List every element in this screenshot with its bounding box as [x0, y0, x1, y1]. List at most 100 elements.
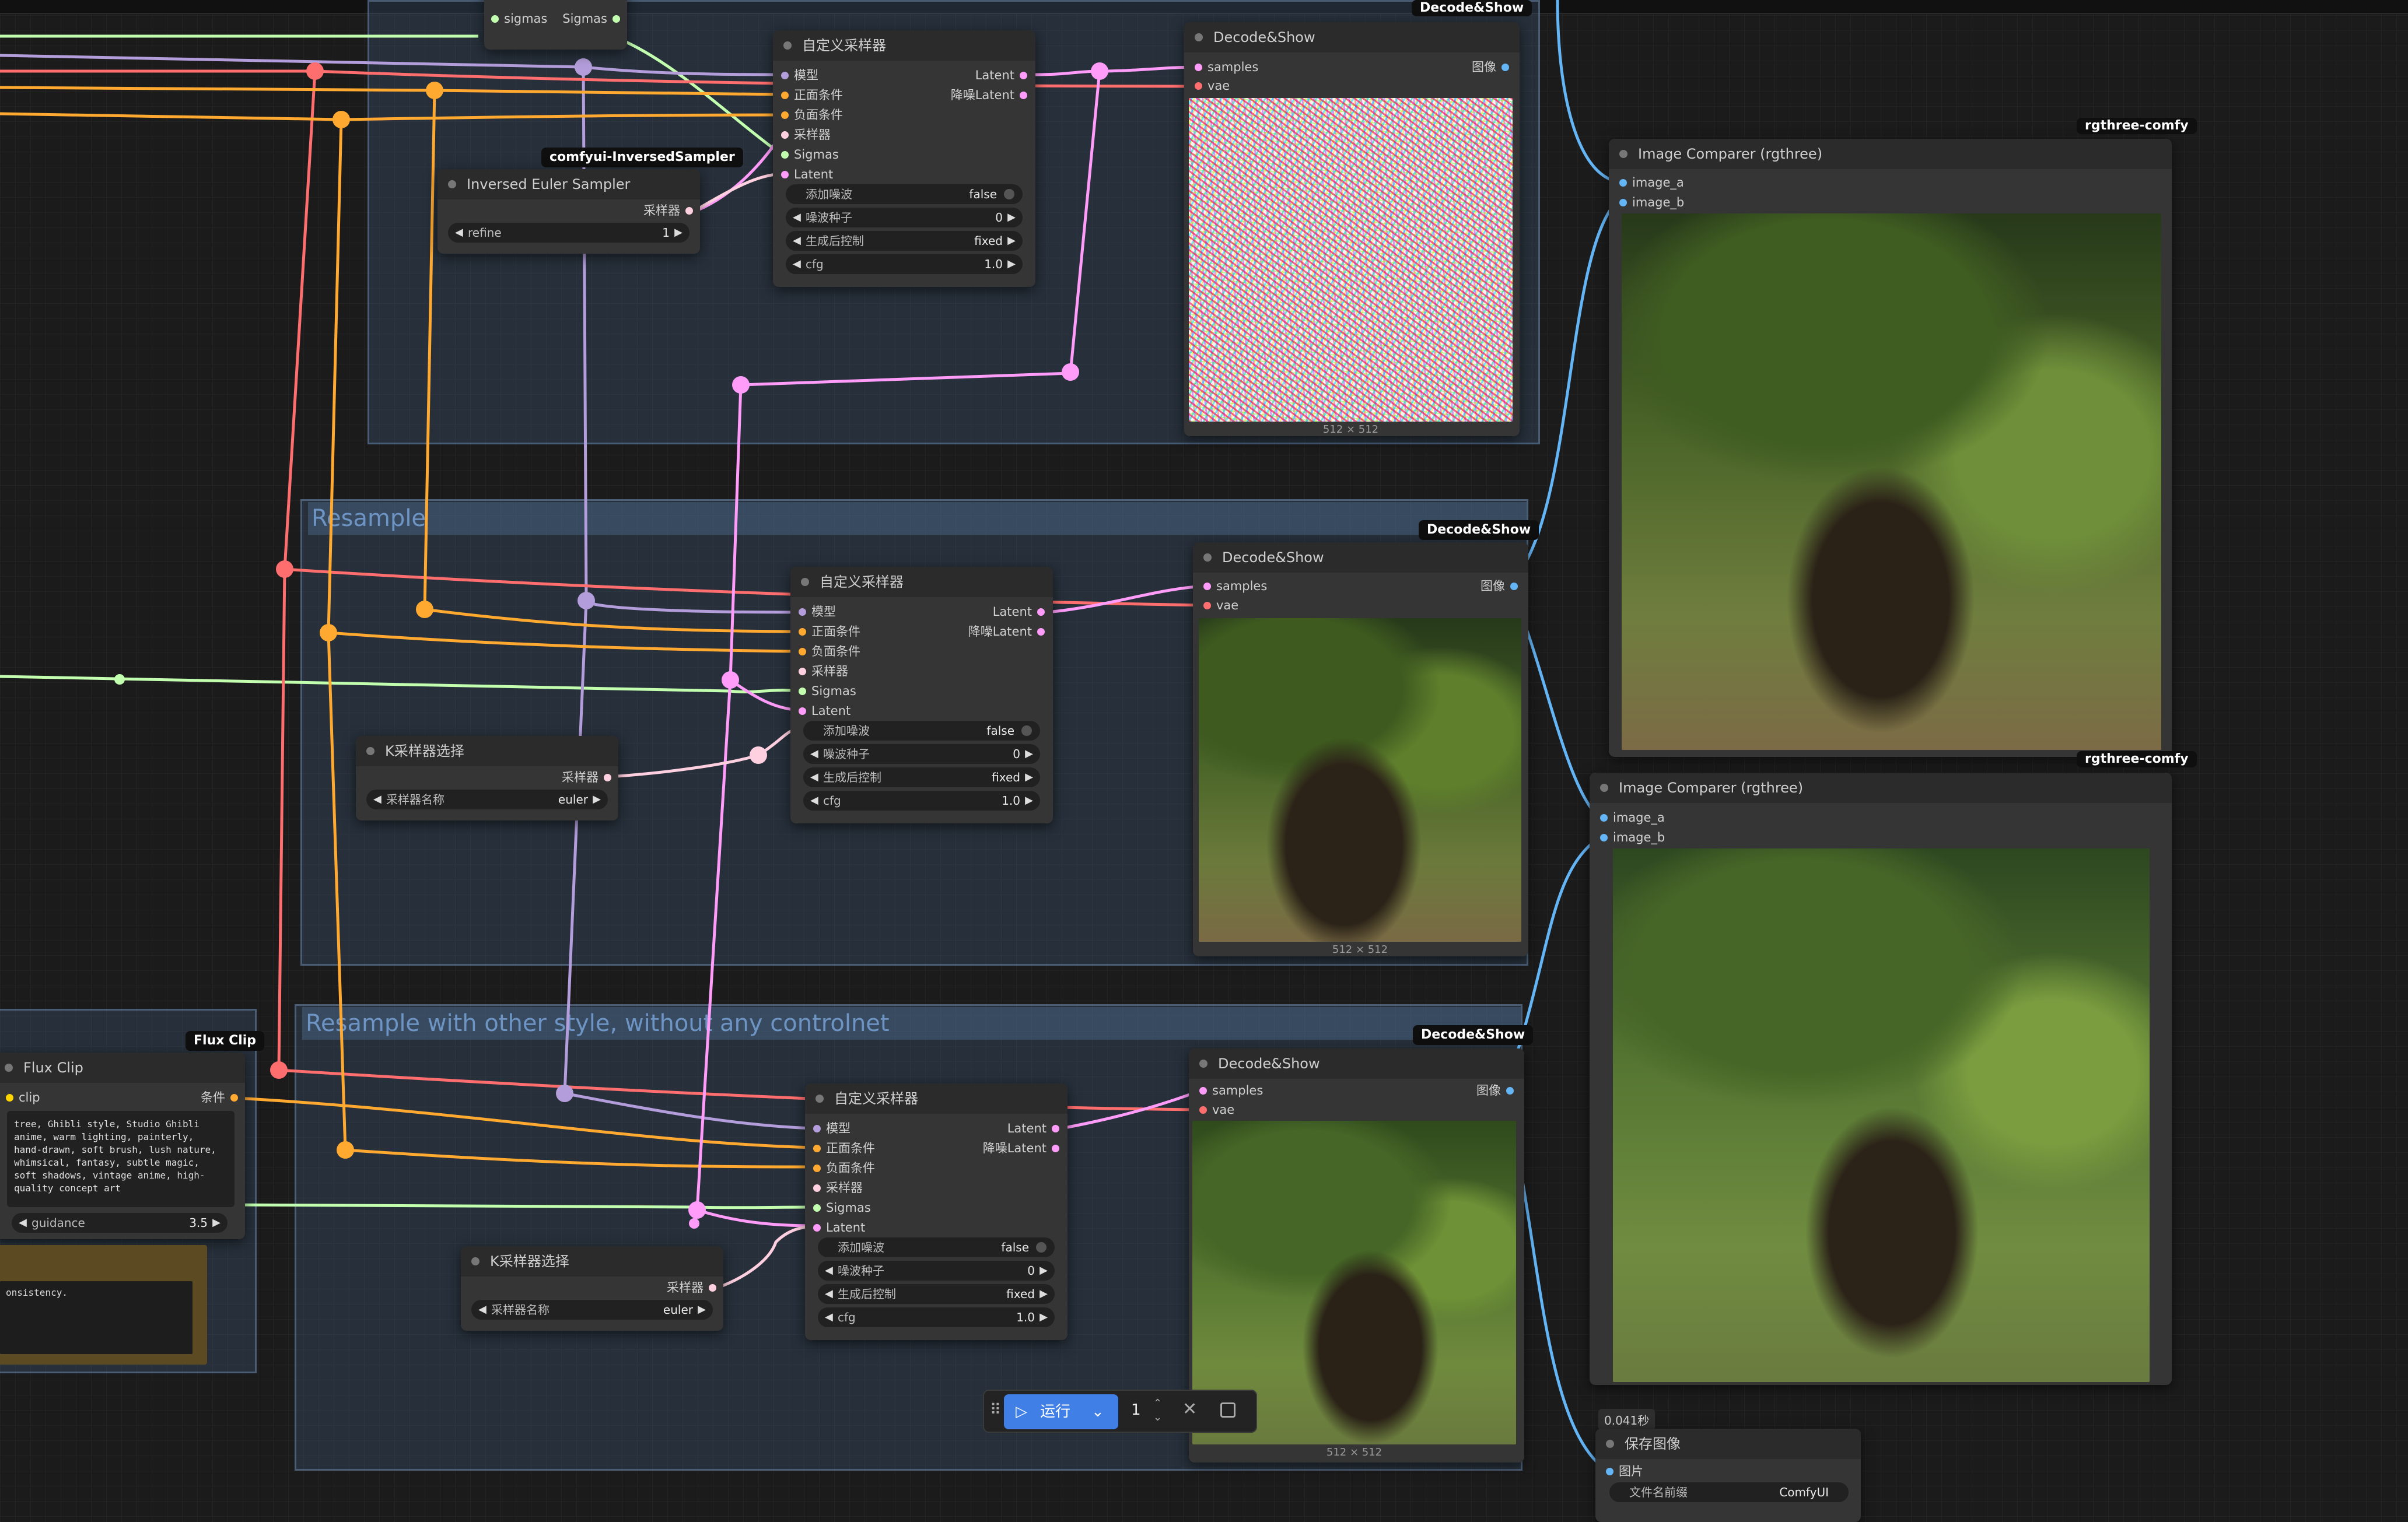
sampler-name-widget[interactable]: ◀ 采样器名称 euler ▶ [366, 790, 608, 809]
comparer-image[interactable] [1613, 848, 2150, 1382]
images-input[interactable]: 图片 [1606, 1463, 1643, 1480]
negative-input[interactable]: 负面条件 [799, 643, 860, 660]
prompt-textarea[interactable]: tree, Ghibli style, Studio Ghibli anime,… [7, 1111, 235, 1207]
noise-seed-widget[interactable]: ◀ 噪波种子 0 ▶ [818, 1261, 1055, 1281]
positive-input[interactable]: 正面条件 [781, 86, 843, 104]
image-output[interactable]: 图像 [1476, 1082, 1514, 1099]
sampler-name-widget[interactable]: ◀ 采样器名称 euler ▶ [471, 1300, 713, 1320]
samples-input[interactable]: samples [1195, 58, 1258, 76]
image-b-input[interactable]: image_b [1619, 194, 1684, 211]
badge-decode-show: Decode&Show [1413, 1025, 1534, 1045]
image-a-input[interactable]: image_a [1619, 174, 1684, 191]
latent-output[interactable]: Latent [993, 603, 1045, 620]
image-output[interactable]: 图像 [1480, 577, 1518, 595]
noise-preview-image [1189, 98, 1513, 422]
custom-sampler-node-1[interactable]: 自定义采样器 模型 正面条件 负面条件 采样器 Sigmas Latent La… [773, 30, 1035, 287]
run-button[interactable]: ▷ 运行 ⌄ [1004, 1394, 1118, 1429]
badge-rgthree: rgthree-comfy [2077, 118, 2197, 134]
save-image-node[interactable]: 保存图像 图片 文件名前缀 ComfyUI [1595, 1429, 1861, 1522]
node-graph-canvas[interactable]: Resample Resample with other style, with… [0, 0, 2408, 1522]
vae-input[interactable]: vae [1199, 1101, 1234, 1118]
image-comparer-node-2[interactable]: Image Comparer (rgthree) image_a image_b [1590, 773, 2172, 1385]
flux-clip-node[interactable]: Flux Clip clip 条件 tree, Ghibli style, St… [0, 1053, 245, 1239]
sampler-input[interactable]: 采样器 [799, 662, 848, 680]
add-noise-toggle[interactable]: 添加噪波 false [803, 721, 1040, 741]
run-count[interactable]: 1 [1131, 1401, 1141, 1419]
negative-input[interactable]: 负面条件 [781, 106, 843, 124]
image-b-input[interactable]: image_b [1600, 829, 1665, 846]
sigmas-input[interactable]: Sigmas [813, 1199, 871, 1216]
vae-input[interactable]: vae [1203, 597, 1238, 614]
ksampler-select-node-2[interactable]: K采样器选择 采样器 ◀ 采样器名称 euler ▶ [461, 1246, 723, 1331]
image-comparer-node-1[interactable]: Image Comparer (rgthree) image_a image_b [1609, 139, 2172, 757]
refine-widget[interactable]: ◀ refine 1 ▶ [448, 223, 690, 243]
node-title: Image Comparer (rgthree) [1638, 146, 1823, 162]
decode-show-node-1[interactable]: Decode&Show samples vae 图像 512 × 512 [1184, 22, 1520, 436]
latent-input[interactable]: Latent [799, 702, 850, 720]
badge-decode-show: Decode&Show [1419, 520, 1539, 540]
model-input[interactable]: 模型 [781, 66, 818, 84]
cfg-widget[interactable]: ◀ cfg 1.0 ▶ [803, 791, 1040, 811]
latent-output[interactable]: Latent [1007, 1120, 1059, 1137]
play-icon: ▷ [1016, 1403, 1027, 1421]
decode-show-node-2[interactable]: Decode&Show samples vae 图像 512 × 512 [1193, 542, 1528, 956]
control-after-generate-widget[interactable]: ◀ 生成后控制 fixed ▶ [818, 1284, 1055, 1304]
control-after-generate-widget[interactable]: ◀ 生成后控制 fixed ▶ [803, 767, 1040, 787]
clip-input[interactable]: clip [6, 1089, 40, 1106]
latent-input[interactable]: Latent [813, 1219, 865, 1236]
node-title: K采样器选择 [385, 743, 464, 759]
sigmas-input[interactable]: Sigmas [799, 682, 856, 700]
filename-prefix-widget[interactable]: 文件名前缀 ComfyUI [1609, 1482, 1849, 1502]
run-toolbar[interactable]: ⠿ ▷ 运行 ⌄ 1 ⌃ ⌄ ✕ [983, 1390, 1257, 1433]
sampler-input[interactable]: 采样器 [813, 1179, 863, 1197]
denoised-latent-output[interactable]: 降噪Latent [968, 623, 1045, 640]
model-input[interactable]: 模型 [799, 603, 836, 620]
model-input[interactable]: 模型 [813, 1120, 850, 1137]
close-icon[interactable]: ✕ [1182, 1399, 1197, 1419]
custom-sampler-node-2[interactable]: 自定义采样器 模型 正面条件 负面条件 采样器 Sigmas Latent La… [790, 567, 1053, 823]
badge-inversed-sampler: comfyui-InversedSampler [541, 148, 743, 167]
drag-handle-icon[interactable]: ⠿ [990, 1401, 1001, 1419]
denoised-latent-output[interactable]: 降噪Latent [951, 86, 1027, 104]
noise-seed-widget[interactable]: ◀ 噪波种子 0 ▶ [786, 208, 1023, 227]
note-text[interactable]: onsistency. [0, 1281, 192, 1354]
add-noise-toggle[interactable]: 添加噪波 false [786, 184, 1023, 204]
cfg-widget[interactable]: ◀ cfg 1.0 ▶ [818, 1307, 1055, 1327]
chevron-down-icon[interactable]: ⌄ [1091, 1394, 1104, 1429]
cfg-widget[interactable]: ◀ cfg 1.0 ▶ [786, 254, 1023, 274]
comparer-image[interactable] [1622, 213, 2161, 750]
image-a-input[interactable]: image_a [1600, 809, 1665, 826]
badge-decode-show: Decode&Show [1412, 0, 1532, 16]
sigmas-input[interactable]: sigmas [491, 10, 547, 27]
node-title: Flux Clip [23, 1060, 83, 1076]
guidance-widget[interactable]: ◀ guidance 3.5 ▶ [12, 1213, 228, 1233]
node-title: K采样器选择 [490, 1253, 569, 1269]
sampler-output[interactable]: 采样器 [562, 769, 611, 786]
samples-input[interactable]: samples [1203, 577, 1267, 595]
denoised-latent-output[interactable]: 降噪Latent [983, 1139, 1059, 1157]
sampler-output[interactable]: 采样器 [667, 1279, 716, 1296]
note-node[interactable]: onsistency. [0, 1245, 207, 1365]
positive-input[interactable]: 正面条件 [813, 1139, 875, 1157]
count-stepper-icon[interactable]: ⌃ ⌄ [1153, 1397, 1162, 1425]
vae-input[interactable]: vae [1195, 77, 1230, 94]
image-output[interactable]: 图像 [1472, 58, 1509, 76]
custom-sampler-node-3[interactable]: 自定义采样器 模型 正面条件 负面条件 采样器 Sigmas Latent La… [805, 1083, 1068, 1340]
ksampler-select-node-1[interactable]: K采样器选择 采样器 ◀ 采样器名称 euler ▶ [356, 736, 618, 820]
sigmas-node[interactable]: sigmas Sigmas [484, 0, 627, 50]
latent-output[interactable]: Latent [975, 66, 1027, 84]
negative-input[interactable]: 负面条件 [813, 1159, 875, 1177]
samples-input[interactable]: samples [1199, 1082, 1263, 1099]
control-after-generate-widget[interactable]: ◀ 生成后控制 fixed ▶ [786, 231, 1023, 251]
noise-seed-widget[interactable]: ◀ 噪波种子 0 ▶ [803, 744, 1040, 764]
conditioning-output[interactable]: 条件 [201, 1089, 238, 1106]
sigmas-input[interactable]: Sigmas [781, 146, 839, 163]
positive-input[interactable]: 正面条件 [799, 623, 860, 640]
add-noise-toggle[interactable]: 添加噪波 false [818, 1237, 1055, 1257]
inversed-euler-sampler-node[interactable]: Inversed Euler Sampler 采样器 ◀ refine 1 ▶ [438, 169, 700, 254]
sampler-output[interactable]: 采样器 [643, 202, 693, 219]
stop-icon[interactable] [1220, 1402, 1236, 1418]
sigmas-output[interactable]: Sigmas [562, 10, 620, 27]
sampler-input[interactable]: 采样器 [781, 126, 831, 143]
latent-input[interactable]: Latent [781, 166, 833, 183]
